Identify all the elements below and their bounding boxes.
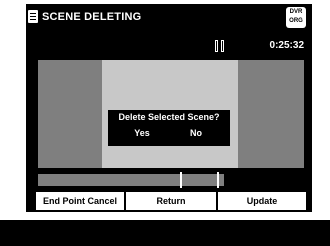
badge-line-1: DVR xyxy=(289,9,303,15)
video-panel: 0:25:32 Delete Selected Scene? Yes No xyxy=(26,32,312,190)
timeline-marker-end xyxy=(217,172,219,188)
update-button[interactable]: Update xyxy=(218,192,306,210)
soft-button-bar: End Point Cancel Return Update xyxy=(26,190,312,212)
dialog-frame: Delete Selected Scene? Yes No xyxy=(102,60,238,168)
return-button[interactable]: Return xyxy=(126,192,216,210)
no-button[interactable]: No xyxy=(170,125,222,142)
scene-timeline[interactable] xyxy=(38,172,304,188)
dvr-org-badge: DVR ORG xyxy=(286,7,306,28)
timeline-progress xyxy=(38,174,225,186)
time-readout: 0:25:32 xyxy=(269,40,304,51)
pause-icon xyxy=(215,40,227,52)
yes-button[interactable]: Yes xyxy=(116,125,168,142)
bottom-strip xyxy=(0,220,330,246)
video-preview: Delete Selected Scene? Yes No xyxy=(38,60,304,168)
confirm-dialog: Delete Selected Scene? Yes No xyxy=(108,110,230,146)
screen-title: SCENE DELETING xyxy=(42,11,142,23)
badge-line-2: ORG xyxy=(289,18,303,24)
title-bar: SCENE DELETING DVR ORG xyxy=(26,4,312,32)
end-point-cancel-button[interactable]: End Point Cancel xyxy=(36,192,124,210)
scene-list-icon xyxy=(28,10,38,23)
dialog-question: Delete Selected Scene? xyxy=(118,112,220,122)
timeline-marker-start xyxy=(180,172,182,188)
